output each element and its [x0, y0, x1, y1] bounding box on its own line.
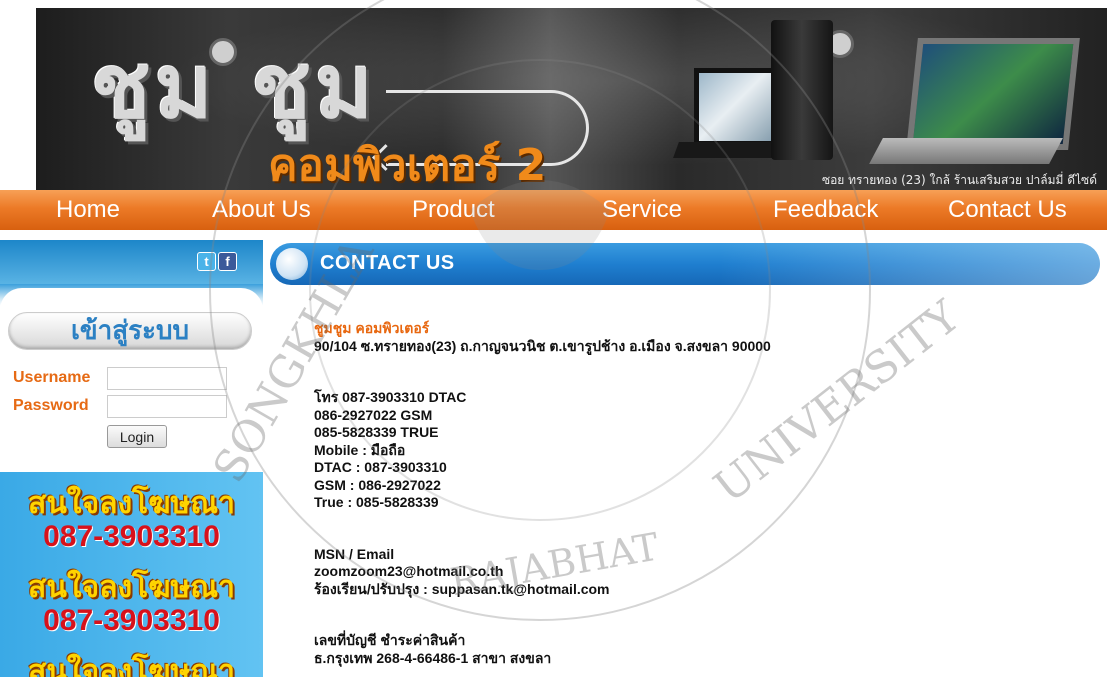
- bank-account-title: เลขที่บัญชี ชำระค่าสินค้า: [314, 632, 466, 648]
- login-title: เข้าสู่ระบบ: [8, 312, 252, 350]
- shop-name: ชูมชูม คอมพิวเตอร์: [314, 320, 430, 336]
- sidebar: t f เข้าสู่ระบบ Username Password Login …: [0, 240, 263, 677]
- login-box: เข้าสู่ระบบ Username Password Login: [0, 288, 263, 464]
- phone-line: True : 085-5828339: [314, 494, 439, 510]
- facebook-icon[interactable]: f: [218, 252, 237, 271]
- nav-contact-us[interactable]: Contact Us: [948, 196, 1067, 224]
- phone-line: DTAC : 087-3903310: [314, 459, 447, 475]
- nav-home[interactable]: Home: [56, 196, 120, 224]
- mobile-heading: Mobile : มือถือ: [314, 441, 406, 458]
- banner-address: ซอย ทรายทอง (23) ใกล้ ร้านเสริมสวย ปาล์ม…: [821, 173, 1097, 187]
- nav-about-us[interactable]: About Us: [212, 196, 311, 224]
- nav-product[interactable]: Product: [412, 196, 495, 224]
- ad-phone: 087-3903310: [43, 520, 220, 553]
- shop-address: 90/104 ซ.ทรายทอง(23) ถ.กาญจนวนิช ต.เขารู…: [314, 337, 771, 354]
- laptop-screen-image: [906, 38, 1080, 150]
- section-title: CONTACT US: [320, 252, 455, 274]
- login-button[interactable]: Login: [107, 425, 167, 448]
- ad-phone: 087-3903310: [43, 604, 220, 637]
- keyboard-image: [673, 142, 779, 158]
- ad-headline: สนใจลงโฆษณา: [28, 654, 235, 677]
- header-banner: ชูม ชูม คอมพิวเตอร์ 2 ซอย ทรายทอง (23) ใ…: [0, 0, 1107, 190]
- password-input[interactable]: [107, 395, 227, 418]
- desktop-tower-image: [771, 20, 833, 160]
- nav-service[interactable]: Service: [602, 196, 682, 224]
- password-label: Password: [13, 397, 89, 414]
- complaint-email: ร้องเรียน/ปรับปรุง : suppasan.tk@hotmail…: [314, 580, 610, 597]
- social-bar: t f: [0, 240, 263, 284]
- laptop-base-image: [869, 138, 1063, 164]
- email-link[interactable]: zoomzoom23@hotmail.co.th: [314, 563, 1094, 581]
- username-label: Username: [13, 369, 91, 386]
- advertisement-banner[interactable]: สนใจลงโฆษณา 087-3903310 สนใจลงโฆษณา 087-…: [0, 472, 263, 677]
- contact-content: ชูมชูม คอมพิวเตอร์ 90/104 ซ.ทรายทอง(23) …: [314, 320, 1094, 667]
- main-nav: Home About Us Product Service Feedback C…: [0, 190, 1107, 232]
- bank-account-line: ธ.กรุงเทพ 268-4-66486-1 สาขา สงขลา: [314, 649, 552, 666]
- twitter-icon[interactable]: t: [197, 252, 216, 271]
- banner-image: ชูม ชูม คอมพิวเตอร์ 2 ซอย ทรายทอง (23) ใ…: [36, 8, 1107, 190]
- username-input[interactable]: [107, 367, 227, 390]
- section-header: CONTACT US: [270, 243, 1100, 285]
- msn-email-label: MSN / Email: [314, 545, 395, 562]
- nav-feedback[interactable]: Feedback: [773, 196, 878, 224]
- login-panel: เข้าสู่ระบบ Username Password Login: [0, 284, 263, 466]
- phone-line: 086-2927022 GSM: [314, 406, 433, 423]
- site-logo-subtitle: คอมพิวเตอร์ 2: [268, 140, 547, 190]
- phone-line: GSM : 086-2927022: [314, 476, 441, 493]
- section-bullet-icon: [276, 248, 308, 280]
- phone-line: โทร 087-3903310 DTAC: [314, 389, 467, 405]
- phone-line: 085-5828339 TRUE: [314, 424, 439, 440]
